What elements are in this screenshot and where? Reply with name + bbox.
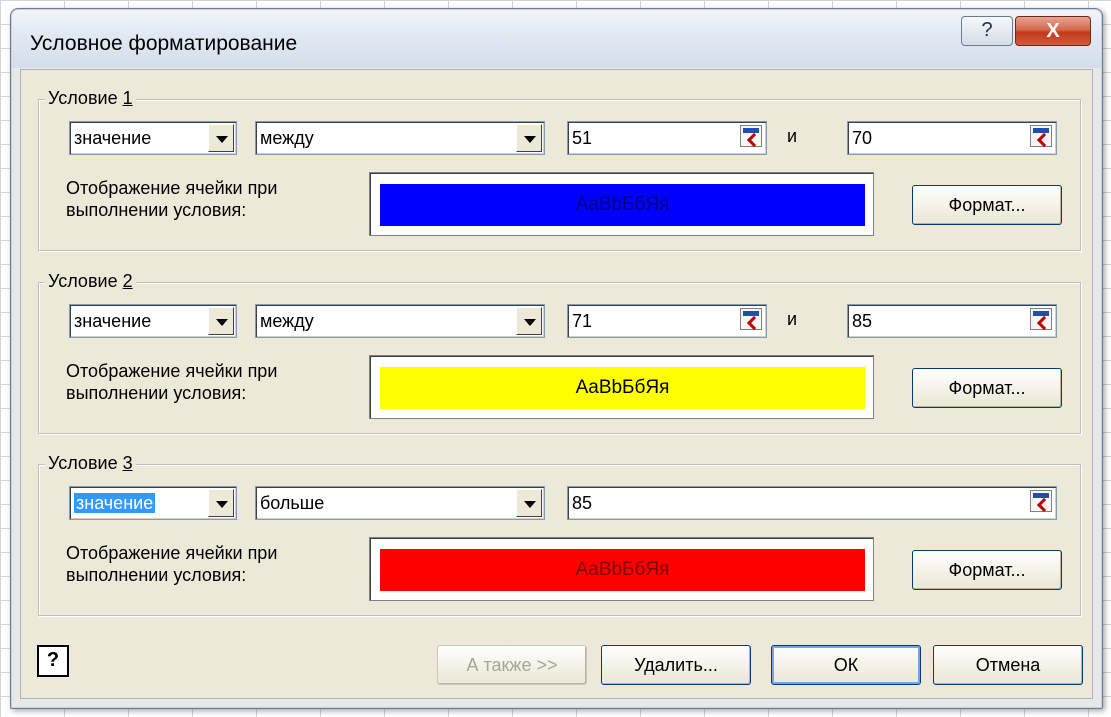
condition-2-preview: AaBbБбЯя	[369, 355, 874, 419]
legend-number: 2	[122, 271, 133, 291]
button-label: ОК	[833, 655, 859, 675]
button-label: Формат...	[948, 378, 1026, 398]
preview-label: Отображение ячейки при выполнении услови…	[66, 543, 278, 585]
chevron-down-icon[interactable]	[208, 124, 234, 152]
range-select-icon[interactable]	[1030, 490, 1052, 512]
condition-1-operator-select[interactable]: между	[255, 121, 545, 155]
also-button[interactable]: А также >>	[437, 645, 587, 685]
dialog-body: Условие 1 значение между 51 и 70 Отображ…	[20, 69, 1093, 699]
chevron-down-icon[interactable]	[516, 489, 542, 517]
condition-1-value1-input[interactable]: 51	[567, 121, 767, 155]
ok-button[interactable]: ОК	[771, 645, 921, 685]
range-select-icon[interactable]	[740, 125, 762, 147]
condition-2-operator-select[interactable]: между	[255, 304, 545, 338]
condition-3-format-button[interactable]: Формат...	[912, 550, 1062, 590]
chevron-down-icon[interactable]	[516, 124, 542, 152]
select-value: между	[260, 128, 314, 148]
legend-text: Условие	[48, 453, 123, 473]
legend-number: 3	[122, 453, 133, 473]
title-bar[interactable]: Условное форматирование ? X	[12, 10, 1101, 68]
condition-1-type-select[interactable]: значение	[69, 121, 237, 155]
title-help-button[interactable]: ?	[961, 16, 1013, 46]
preview-sample: AaBbБбЯя	[380, 367, 865, 409]
range-select-icon[interactable]	[740, 308, 762, 330]
button-label: Формат...	[948, 560, 1026, 580]
condition-2-value2-input[interactable]: 85	[847, 304, 1057, 338]
select-value: больше	[260, 493, 325, 513]
chevron-down-icon[interactable]	[516, 307, 542, 335]
condition-1-group: Условие 1 значение между 51 и 70 Отображ…	[38, 88, 1081, 251]
condition-2-legend: Условие 2	[45, 271, 136, 292]
and-label: и	[787, 126, 798, 146]
input-value: 70	[852, 128, 873, 148]
close-button[interactable]: X	[1015, 16, 1091, 46]
preview-label: Отображение ячейки при выполнении услови…	[66, 361, 278, 403]
condition-2-group: Условие 2 значение между 71 и 85 Отображ…	[38, 271, 1081, 434]
condition-3-type-select[interactable]: значение	[69, 486, 237, 520]
preview-label: Отображение ячейки при выполнении услови…	[66, 178, 278, 220]
chevron-down-icon[interactable]	[208, 489, 234, 517]
condition-1-value2-input[interactable]: 70	[847, 121, 1057, 155]
input-value: 85	[852, 311, 873, 331]
select-value-highlighted: значение	[74, 493, 156, 513]
close-icon: X	[1046, 20, 1060, 42]
condition-3-group: Условие 3 значение больше 85 Отображение…	[38, 453, 1081, 616]
button-label: Формат...	[948, 195, 1026, 215]
button-label: Удалить...	[634, 655, 718, 675]
condition-1-legend: Условие 1	[45, 88, 136, 109]
range-select-icon[interactable]	[1030, 308, 1052, 330]
question-icon: ?	[981, 19, 993, 41]
preview-sample: AaBbБбЯя	[380, 549, 865, 591]
condition-3-legend: Условие 3	[45, 453, 136, 474]
condition-2-value1-input[interactable]: 71	[567, 304, 767, 338]
and-label: и	[787, 309, 798, 329]
range-select-icon[interactable]	[1030, 125, 1052, 147]
button-label: Отмена	[975, 655, 1041, 675]
condition-3-value1-input[interactable]: 85	[567, 486, 1057, 520]
input-value: 85	[572, 493, 593, 513]
legend-text: Условие	[48, 271, 123, 291]
delete-button[interactable]: Удалить...	[601, 645, 751, 685]
input-value: 51	[572, 128, 593, 148]
input-value: 71	[572, 311, 593, 331]
condition-1-format-button[interactable]: Формат...	[912, 185, 1062, 225]
cancel-button[interactable]: Отмена	[933, 645, 1083, 685]
dialog-title: Условное форматирование	[30, 32, 298, 55]
preview-sample: AaBbБбЯя	[380, 184, 865, 226]
select-value: между	[260, 311, 314, 331]
condition-2-type-select[interactable]: значение	[69, 304, 237, 338]
chevron-down-icon[interactable]	[208, 307, 234, 335]
select-value: значение	[74, 128, 152, 148]
conditional-formatting-dialog: Условное форматирование ? X Условие 1 зн…	[10, 8, 1103, 709]
condition-1-preview: AaBbБбЯя	[369, 172, 874, 236]
condition-2-format-button[interactable]: Формат...	[912, 368, 1062, 408]
select-value: значение	[74, 311, 152, 331]
button-label: А также >>	[466, 655, 558, 675]
condition-3-operator-select[interactable]: больше	[255, 486, 545, 520]
condition-3-preview: AaBbБбЯя	[369, 537, 874, 601]
help-icon[interactable]: ?	[37, 645, 69, 677]
legend-number: 1	[122, 88, 133, 108]
legend-text: Условие	[48, 88, 123, 108]
question-icon: ?	[46, 649, 60, 671]
